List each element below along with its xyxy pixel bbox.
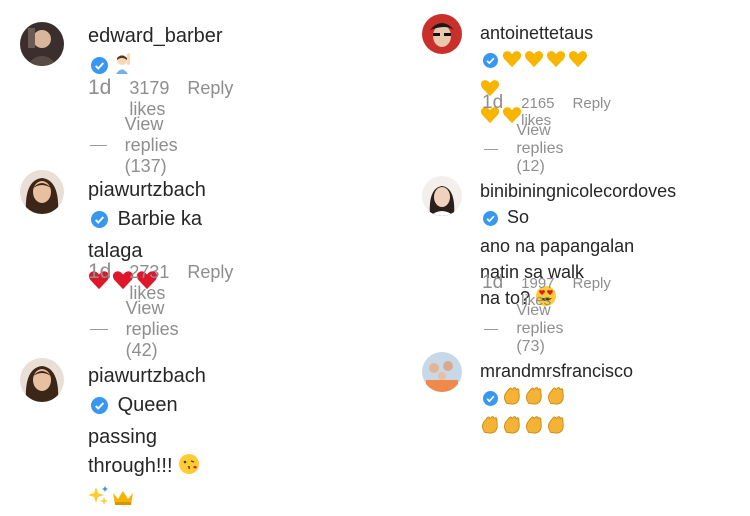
replies-divider	[90, 329, 108, 330]
timestamp: 1d	[482, 92, 504, 113]
clapping-hands-emoji	[524, 415, 544, 440]
reply-button[interactable]: Reply	[573, 95, 611, 112]
replies-divider	[484, 148, 499, 150]
kissing-face-emoji	[178, 453, 200, 484]
replies-divider	[484, 328, 499, 330]
reply-button[interactable]: Reply	[187, 78, 233, 99]
verified-badge-icon	[91, 208, 108, 237]
view-replies-button[interactable]: View replies (42)	[90, 298, 195, 361]
verified-badge-icon	[483, 387, 498, 413]
avatar[interactable]	[20, 22, 64, 66]
yellow-heart-emoji	[546, 49, 566, 75]
clapping-hands-emoji	[480, 415, 500, 440]
username[interactable]: piawurtzbach	[88, 365, 206, 387]
username[interactable]: antoinettetaus	[480, 23, 593, 43]
avatar[interactable]	[20, 358, 64, 402]
username[interactable]: binibiningnicolecordoves	[480, 181, 676, 201]
clapping-hands-emoji	[502, 386, 522, 413]
view-replies-button[interactable]: View replies (12)	[484, 122, 577, 176]
yellow-heart-emoji	[568, 49, 588, 75]
yellow-heart-emoji	[502, 49, 522, 75]
clapping-hands-emoji	[546, 415, 566, 440]
sparkles-emoji	[88, 485, 110, 516]
avatar[interactable]	[422, 352, 462, 392]
crown-emoji	[112, 487, 134, 516]
view-replies-label: View replies (73)	[516, 302, 564, 355]
timestamp: 1d	[482, 272, 504, 293]
username[interactable]: edward_barber	[88, 25, 223, 47]
view-replies-label: View replies (12)	[516, 122, 564, 175]
timestamp: 1d	[88, 76, 112, 99]
username[interactable]: mrandmrsfrancisco	[480, 361, 633, 381]
timestamp: 1d	[88, 260, 112, 283]
verified-badge-icon	[91, 394, 108, 423]
avatar[interactable]	[422, 14, 462, 54]
clapping-hands-emoji	[546, 386, 566, 413]
verified-badge-icon	[483, 49, 498, 75]
reply-button[interactable]: Reply	[187, 262, 233, 283]
clapping-hands-emoji	[502, 415, 522, 440]
view-replies-label: View replies (137)	[124, 114, 178, 176]
view-replies-button[interactable]: View replies (137)	[90, 114, 195, 177]
comment-text-line-2: through!!!	[88, 455, 173, 477]
reply-button[interactable]: Reply	[573, 275, 611, 292]
username[interactable]: piawurtzbach	[88, 179, 206, 201]
replies-divider	[90, 145, 107, 146]
comment-text-line-1: So	[507, 207, 530, 228]
verified-badge-icon	[483, 207, 498, 233]
view-replies-button[interactable]: View replies (73)	[484, 302, 577, 356]
avatar[interactable]	[422, 176, 462, 216]
clapping-hands-emoji	[524, 386, 544, 413]
yellow-heart-emoji	[524, 49, 544, 75]
avatar[interactable]	[20, 170, 64, 214]
view-replies-label: View replies (42)	[125, 298, 179, 360]
